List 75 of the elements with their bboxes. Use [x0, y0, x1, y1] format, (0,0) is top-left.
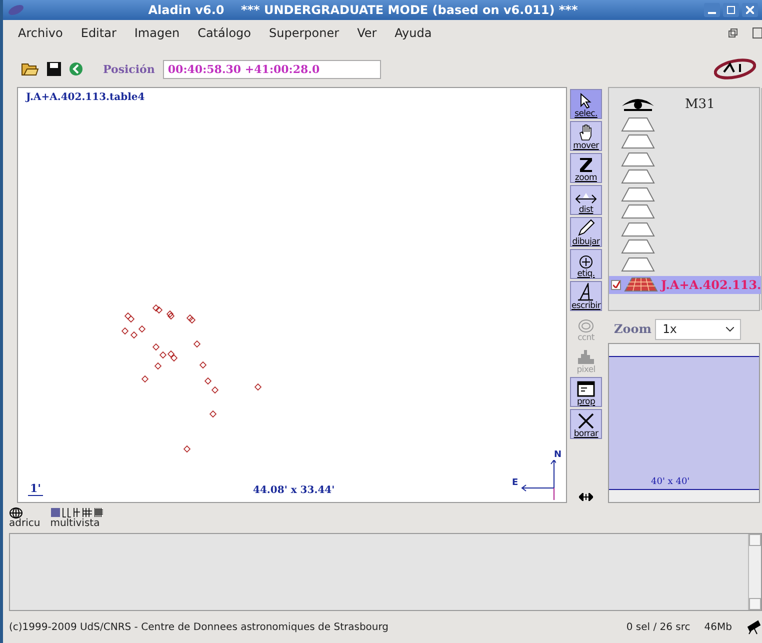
position-field[interactable]: 00:40:58.30 +41:00:28.0	[162, 60, 381, 78]
menu-item[interactable]: Editar	[72, 26, 126, 40]
menu-item[interactable]: Superponer	[260, 26, 348, 40]
tool-button[interactable]: selec.	[570, 89, 602, 119]
menu-item[interactable]: Archivo	[9, 26, 72, 40]
app-logo-icon	[7, 4, 25, 16]
x-icon	[578, 412, 594, 428]
north-label: N	[554, 450, 562, 460]
east-label: E	[512, 478, 518, 488]
catalog-plane-icon	[624, 276, 658, 292]
eye-icon	[621, 96, 655, 112]
window-icon	[577, 380, 595, 396]
folder-icon[interactable]	[21, 62, 39, 76]
compass-drawing	[520, 460, 556, 500]
scale-label: 1'	[28, 482, 44, 496]
empty-plane-icon	[621, 256, 655, 273]
caret-icon	[726, 326, 734, 332]
aladin-logo-icon	[714, 58, 756, 80]
script-a-icon	[578, 282, 594, 300]
detach-icon[interactable]	[752, 26, 762, 38]
empty-plane-icon	[621, 186, 655, 203]
double-arrow-icon	[575, 192, 597, 204]
z-icon	[579, 156, 593, 172]
target-label: M31	[685, 96, 715, 112]
menu-item[interactable]: Catálogo	[188, 26, 260, 40]
tool-button[interactable]: prop	[570, 377, 602, 407]
zoom-dropdown[interactable]: 1x	[655, 318, 742, 340]
maximize-icon	[727, 6, 735, 14]
tool-button[interactable]: zoom	[570, 153, 602, 183]
menu-item[interactable]: Ayuda	[386, 26, 441, 40]
tool-button[interactable]: etiq.	[570, 249, 602, 279]
menu-item[interactable]: Ver	[348, 26, 386, 40]
empty-plane-icon	[621, 222, 655, 238]
position-label: Posición	[103, 62, 155, 76]
copyright-text: (c)1999-2009 UdS/CNRS - Centre de Donnees astronomiques de Strasbourg	[9, 622, 389, 632]
tool-button[interactable]: dibujar	[570, 217, 602, 247]
empty-plane-icon	[621, 116, 655, 133]
menu-item[interactable]: Imagen	[125, 26, 189, 40]
hand-icon	[578, 124, 594, 140]
multiview-button[interactable]: multivista	[50, 507, 110, 529]
contour-icon	[578, 318, 594, 332]
pointer-icon	[580, 92, 592, 108]
empty-plane-icon	[621, 134, 655, 150]
telescope-icon	[746, 619, 762, 635]
selection-count: 0 sel / 26 src	[626, 622, 690, 632]
empty-plane-icon	[621, 204, 655, 220]
panner-field-label: 40' x 40'	[651, 477, 690, 487]
maximize-button[interactable]	[723, 3, 739, 17]
globe-icon	[9, 507, 23, 519]
empty-plane-icon	[621, 169, 655, 186]
field-size-label: 44.08' x 33.44'	[253, 485, 335, 496]
histogram-icon	[577, 348, 595, 364]
plane-label: J.A+A.402.113.table4	[26, 92, 145, 103]
memory-usage: 46Mb	[704, 622, 732, 632]
minimize-button[interactable]	[704, 3, 720, 17]
tool-button[interactable]: mover	[570, 121, 602, 151]
scrollbar[interactable]	[748, 534, 761, 610]
globe-mode-button[interactable]: adricu	[9, 507, 40, 529]
close-button[interactable]	[742, 3, 758, 17]
empty-plane-icon	[621, 152, 655, 168]
move-arrows-icon[interactable]	[579, 493, 593, 501]
save-icon[interactable]	[47, 62, 61, 76]
tool-button[interactable]: borrar	[570, 409, 602, 439]
plus-circle-icon	[579, 254, 593, 268]
empty-plane-icon	[621, 239, 655, 256]
tool-button[interactable]: dist	[570, 185, 602, 215]
sky-view[interactable]: J.A+A.402.113.table4 1' 44.08' x 33.44' N E	[17, 87, 567, 503]
window-title: Aladin v6.0 *** UNDERGRADUATE MODE (based on v6.011) ***	[147, 3, 579, 17]
panner-view[interactable]: 40' x 40'	[608, 343, 760, 503]
restore-icon[interactable]	[728, 28, 738, 38]
close-icon	[746, 6, 754, 14]
layer-checkbox[interactable]	[611, 280, 621, 290]
tool-button[interactable]: escribir	[570, 281, 602, 311]
pencil-icon	[577, 218, 595, 236]
zoom-label: Zoom	[614, 322, 652, 336]
